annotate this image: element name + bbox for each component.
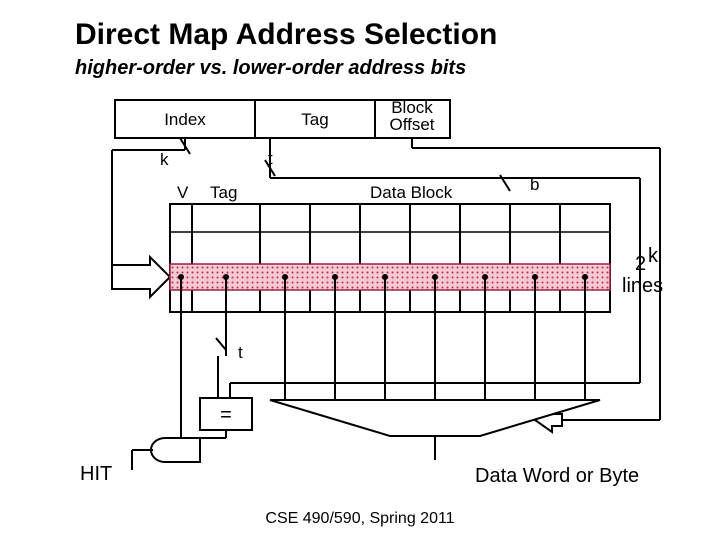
- lines-label: 2 k lines: [622, 245, 663, 297]
- label-index: Index: [164, 110, 206, 129]
- label-hit: HIT: [80, 463, 112, 485]
- label-data-block: Data Block: [370, 183, 453, 202]
- index-arrow: [112, 257, 170, 297]
- and-gate: [132, 438, 200, 470]
- svg-text:=: =: [220, 404, 232, 426]
- svg-text:Offset: Offset: [389, 115, 434, 134]
- address-register: Index Tag Block Offset: [115, 98, 450, 138]
- cache-array: V Tag Data Block: [170, 183, 610, 312]
- svg-text:2: 2: [635, 253, 646, 275]
- label-tag-col: Tag: [210, 183, 237, 202]
- addr-drops: [185, 138, 412, 178]
- svg-text:k: k: [648, 245, 659, 267]
- comparator: =: [197, 398, 252, 438]
- label-t-lower: t: [238, 343, 243, 362]
- label-tag: Tag: [301, 110, 328, 129]
- label-k: k: [160, 150, 169, 169]
- label-V: V: [177, 183, 189, 202]
- svg-text:lines: lines: [622, 275, 663, 297]
- diagram-svg: Index Tag Block Offset k t b V: [0, 0, 720, 540]
- label-data-word: Data Word or Byte: [475, 465, 639, 487]
